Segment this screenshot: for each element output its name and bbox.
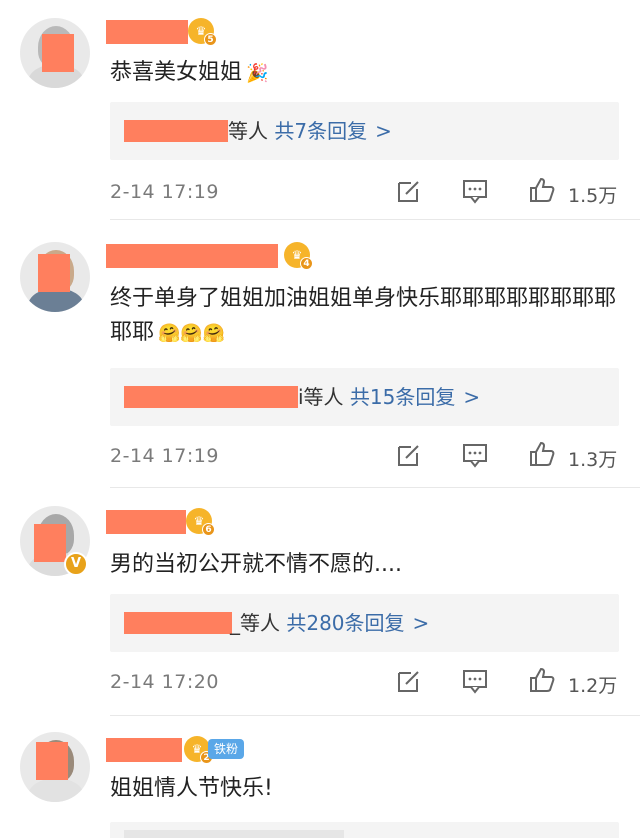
username-redacted[interactable] bbox=[106, 738, 182, 762]
username-redacted[interactable] bbox=[106, 244, 278, 268]
comment-item: V ♛ 6 男的当初公开就不情不愿的.... _等人 共280条回复 > 2-14 … bbox=[0, 490, 640, 718]
comment-text: 恭喜美女姐姐 🎉 bbox=[110, 56, 625, 91]
reply-users-redacted bbox=[124, 830, 344, 838]
reply-users-suffix: _等人 bbox=[230, 611, 280, 635]
comment-text: 终于单身了姐姐加油姐姐单身快乐耶耶耶耶耶耶耶耶耶耶 🤗🤗🤗 bbox=[110, 282, 625, 351]
chevron-right-icon: > bbox=[375, 119, 392, 143]
username-redacted[interactable] bbox=[106, 20, 188, 44]
comment-time: 2-14 17:19 bbox=[110, 181, 219, 203]
reply-preview[interactable]: _等人 共280条回复 > bbox=[110, 594, 619, 652]
reply-users-suffix: 等人 bbox=[228, 119, 268, 143]
avatar[interactable] bbox=[20, 18, 90, 88]
reply-count-link[interactable]: 共280条回复 bbox=[286, 611, 404, 635]
crown-badge-icon: ♛ 4 bbox=[284, 242, 313, 270]
comment-icon[interactable] bbox=[462, 668, 488, 694]
divider bbox=[110, 715, 640, 716]
share-edit-icon[interactable] bbox=[396, 442, 422, 468]
reply-preview[interactable]: i等人 共15条回复 > bbox=[110, 368, 619, 426]
comment-text: 男的当初公开就不情不愿的.... bbox=[110, 552, 402, 577]
comment-time: 2-14 17:20 bbox=[110, 671, 219, 693]
comment-time: 2-14 17:19 bbox=[110, 445, 219, 467]
reply-preview[interactable] bbox=[110, 822, 619, 838]
share-edit-icon[interactable] bbox=[396, 178, 422, 204]
avatar[interactable] bbox=[20, 242, 90, 312]
party-emoji-icon: 🎉 bbox=[246, 63, 269, 84]
reply-users-redacted bbox=[124, 612, 232, 634]
chevron-right-icon: > bbox=[412, 611, 430, 635]
comment-icon[interactable] bbox=[462, 442, 488, 468]
chevron-right-icon: > bbox=[463, 385, 481, 409]
crown-badge-icon: ♛ 5 bbox=[188, 18, 217, 46]
fan-tag: 铁粉 bbox=[208, 739, 245, 759]
reply-users-suffix: i等人 bbox=[298, 385, 344, 409]
hug-emoji-icon: 🤗🤗🤗 bbox=[158, 323, 226, 344]
comment-icon[interactable] bbox=[462, 178, 488, 204]
comment-item: ♛ 2 铁粉 姐姐情人节快乐! bbox=[0, 718, 640, 838]
divider bbox=[110, 487, 640, 488]
reply-users-redacted bbox=[124, 386, 298, 408]
reply-count-link[interactable]: 共7条回复 bbox=[274, 119, 367, 143]
reply-count-link[interactable]: 共15条回复 bbox=[350, 385, 455, 409]
crown-badge-icon: ♛ 2 bbox=[184, 736, 213, 764]
thumbs-up-icon[interactable] bbox=[528, 440, 556, 468]
comment-item: ♛ 4 终于单身了姐姐加油姐姐单身快乐耶耶耶耶耶耶耶耶耶耶 🤗🤗🤗 i等人 共15条… bbox=[0, 220, 640, 490]
like-count: 1.2万 bbox=[568, 675, 618, 697]
like-count: 1.5万 bbox=[568, 185, 618, 207]
crown-badge-icon: ♛ 6 bbox=[186, 508, 215, 536]
like-count: 1.3万 bbox=[568, 449, 618, 471]
verified-badge-icon: V bbox=[64, 552, 88, 576]
reply-users-redacted bbox=[124, 120, 228, 142]
reply-preview[interactable]: 等人 共7条回复 > bbox=[110, 102, 619, 160]
avatar[interactable] bbox=[20, 732, 90, 802]
thumbs-up-icon[interactable] bbox=[528, 176, 556, 204]
share-edit-icon[interactable] bbox=[396, 668, 422, 694]
comment-text: 姐姐情人节快乐! bbox=[110, 776, 273, 801]
comment-item: ♛ 5 恭喜美女姐姐 🎉 等人 共7条回复 > 2-14 17:19 1.5万 bbox=[0, 0, 640, 220]
thumbs-up-icon[interactable] bbox=[528, 666, 556, 694]
username-redacted[interactable] bbox=[106, 510, 186, 534]
